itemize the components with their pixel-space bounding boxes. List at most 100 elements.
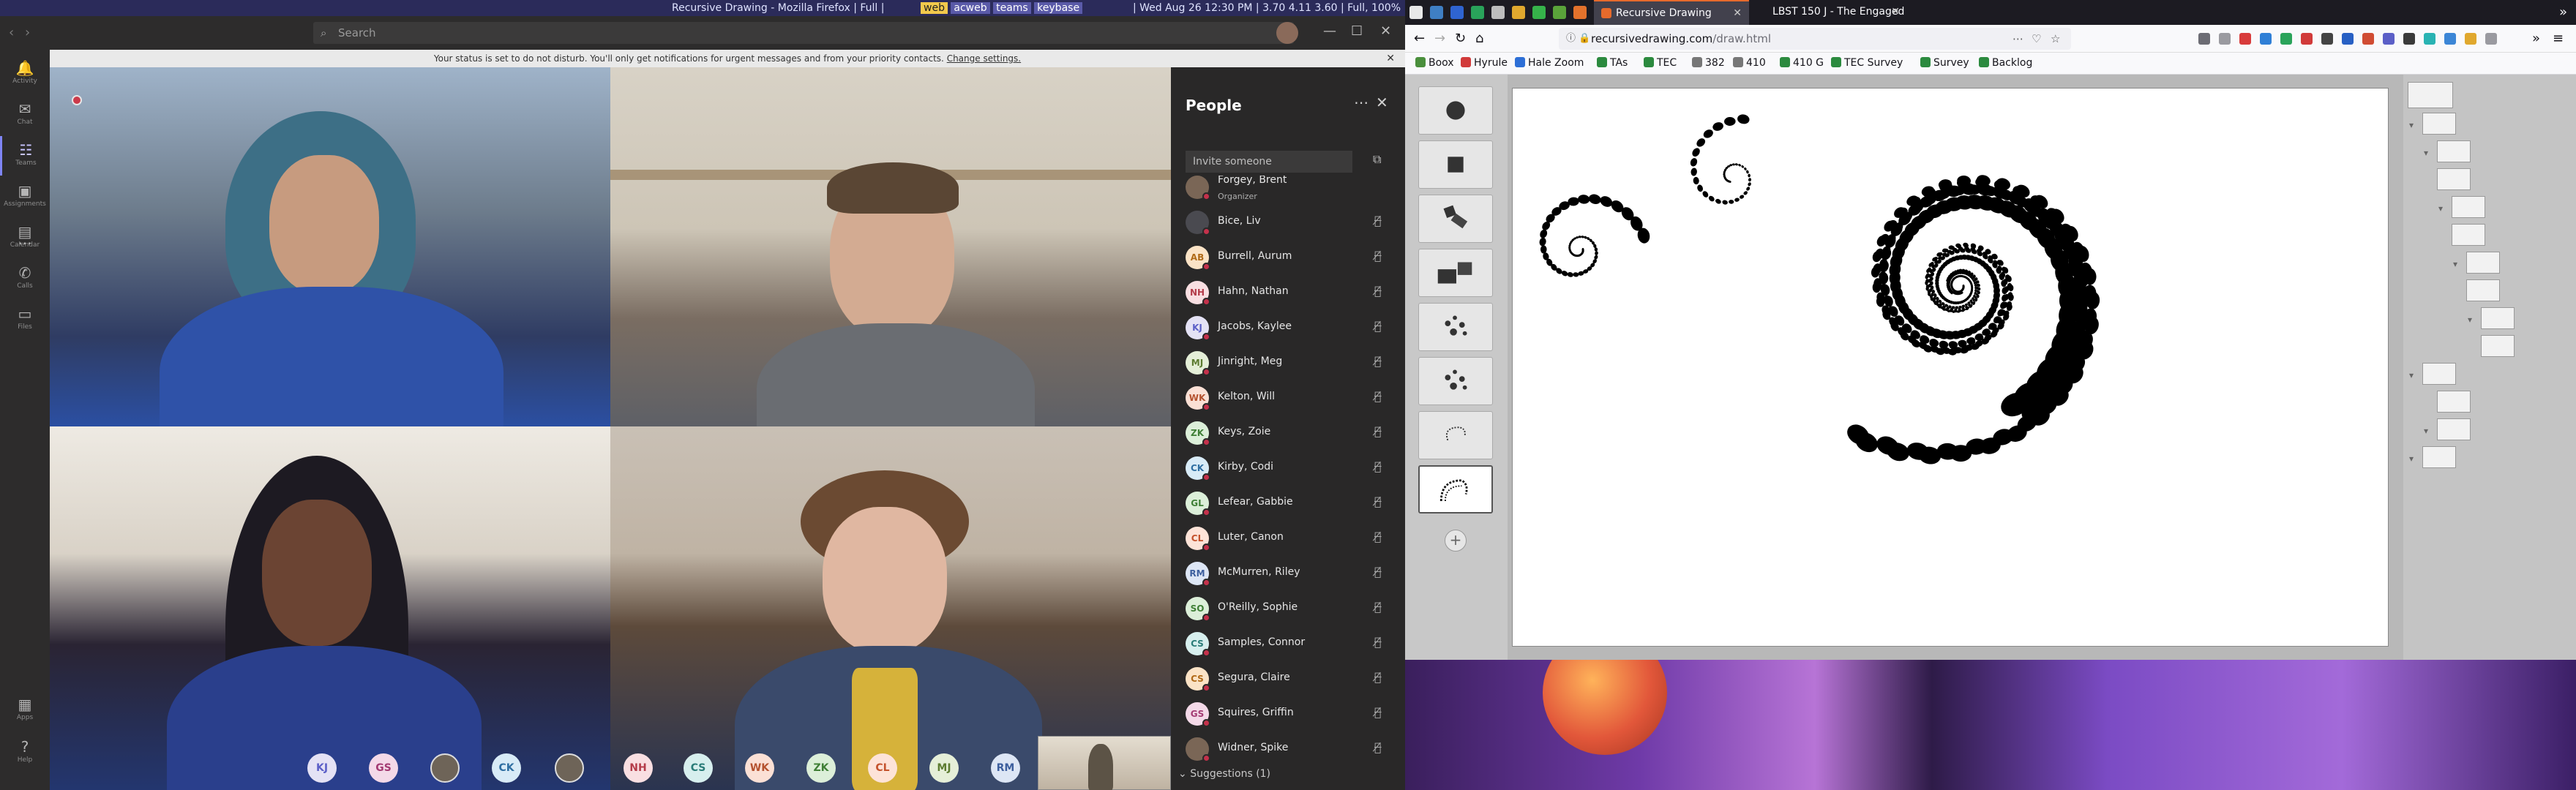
apps-button[interactable]: ▦ Apps bbox=[0, 691, 50, 730]
participant-avatar[interactable]: GS bbox=[369, 753, 398, 783]
participant-row[interactable]: NH Hahn, Nathan 🎙̸ bbox=[1171, 275, 1405, 310]
page-actions-icon[interactable]: ⋯ bbox=[2012, 28, 2023, 50]
close-window-icon[interactable]: ✕ bbox=[1380, 23, 1391, 39]
extension-red-icon[interactable] bbox=[2239, 33, 2251, 45]
tree-node[interactable] bbox=[2437, 140, 2471, 162]
shape-2-tool[interactable] bbox=[1418, 249, 1493, 297]
close-tab-icon[interactable]: ✕ bbox=[1733, 1, 1742, 25]
recursive-shape-tool[interactable] bbox=[1418, 465, 1493, 514]
bookmark-star-icon[interactable]: ☆ bbox=[2051, 28, 2060, 50]
participant-row[interactable]: CS Segura, Claire 🎙̸ bbox=[1171, 661, 1405, 696]
extension-fox-icon[interactable] bbox=[2362, 33, 2374, 45]
rail-activity[interactable]: 🔔 Activity bbox=[0, 54, 50, 94]
tree-node[interactable] bbox=[2422, 113, 2456, 135]
bookmark-hale-zoom[interactable]: Hale Zoom bbox=[1515, 57, 1584, 69]
video-tile-3[interactable] bbox=[50, 426, 610, 790]
tree-node[interactable] bbox=[2481, 307, 2515, 329]
workspace-keybase[interactable]: keybase bbox=[1034, 2, 1083, 14]
help-button[interactable]: ? Help bbox=[0, 733, 50, 772]
participant-row[interactable]: Bice, Liv 🎙̸ bbox=[1171, 205, 1405, 240]
tree-expand-arrow-icon[interactable]: ▾ bbox=[2424, 426, 2428, 436]
rail-assignments[interactable]: ▣ Assignments bbox=[0, 177, 50, 217]
tree-node[interactable] bbox=[2422, 363, 2456, 385]
participant-row[interactable]: AB Burrell, Aurum 🎙̸ bbox=[1171, 240, 1405, 275]
tree-node[interactable] bbox=[2481, 335, 2515, 357]
library-icon[interactable] bbox=[2198, 33, 2210, 45]
tree-node[interactable] bbox=[2437, 168, 2471, 190]
extension-dark-icon[interactable] bbox=[2321, 33, 2333, 45]
participant-photo-avatar[interactable] bbox=[555, 753, 584, 783]
pinned-tab-doc-icon[interactable] bbox=[1430, 6, 1443, 19]
pinned-tab-green-icon[interactable] bbox=[1471, 6, 1484, 19]
participant-avatar[interactable]: RM bbox=[991, 753, 1020, 783]
tree-node[interactable] bbox=[2466, 252, 2500, 274]
tree-node[interactable] bbox=[2452, 196, 2485, 218]
tree-expand-arrow-icon[interactable]: ▾ bbox=[2409, 370, 2414, 380]
participant-row[interactable]: ZK Keys, Zoie 🎙̸ bbox=[1171, 415, 1405, 451]
minimize-icon[interactable]: — bbox=[1323, 23, 1336, 39]
spiral-tool[interactable] bbox=[1418, 411, 1493, 459]
maximize-icon[interactable]: ☐ bbox=[1351, 23, 1363, 39]
participant-row[interactable]: Forgey, Brent Organizer bbox=[1171, 176, 1405, 205]
forward-button-icon[interactable]: → bbox=[1434, 31, 1445, 46]
tab-overflow-icon[interactable]: » bbox=[2559, 4, 2567, 20]
workspace-teams[interactable]: teams bbox=[993, 2, 1031, 14]
add-shape-button[interactable]: + bbox=[1445, 530, 1467, 552]
close-notice-icon[interactable]: ✕ bbox=[1386, 50, 1395, 67]
bookmark-tas[interactable]: TAs bbox=[1597, 57, 1628, 69]
back-button-icon[interactable]: ← bbox=[1414, 31, 1425, 46]
back-icon[interactable]: ‹ bbox=[9, 25, 14, 40]
participant-photo-avatar[interactable] bbox=[430, 753, 460, 783]
close-tab-icon[interactable]: ✕ bbox=[1891, 0, 1900, 23]
bookmark-tec[interactable]: TEC bbox=[1644, 57, 1677, 69]
bookmark-tec-survey[interactable]: TEC Survey bbox=[1831, 57, 1903, 69]
rail-chat[interactable]: ✉ Chat bbox=[0, 95, 50, 135]
overflow-menu-icon[interactable]: » bbox=[2532, 31, 2540, 46]
pinned-tab-circle-icon[interactable] bbox=[1532, 6, 1546, 19]
bookmark-backlog[interactable]: Backlog bbox=[1979, 57, 2032, 69]
bookmark-410[interactable]: 410 bbox=[1733, 57, 1766, 69]
pinned-tab-orange-icon[interactable] bbox=[1573, 6, 1587, 19]
shape-3-tool[interactable] bbox=[1418, 303, 1493, 351]
site-info-icon[interactable]: ⓘ 🔒 bbox=[1566, 28, 1590, 50]
participant-row[interactable]: KJ Jacobs, Kaylee 🎙̸ bbox=[1171, 310, 1405, 345]
participant-row[interactable]: MJ Jinright, Meg 🎙̸ bbox=[1171, 345, 1405, 380]
tree-node[interactable] bbox=[2437, 391, 2471, 413]
participant-row[interactable]: RM McMurren, Riley 🎙̸ bbox=[1171, 556, 1405, 591]
tree-expand-arrow-icon[interactable]: ▾ bbox=[2409, 120, 2414, 130]
pinned-tab-globe-icon[interactable] bbox=[1491, 6, 1505, 19]
share-invite-icon[interactable]: ⧉ bbox=[1373, 152, 1381, 167]
bookmark-survey[interactable]: Survey bbox=[1920, 57, 1969, 69]
participant-row[interactable]: SO O'Reilly, Sophie 🎙̸ bbox=[1171, 591, 1405, 626]
change-settings-link[interactable]: Change settings. bbox=[947, 53, 1021, 64]
url-bar[interactable]: ⓘ 🔒 recursivedrawing.com/draw.html ⋯ ♡ ☆ bbox=[1559, 28, 2071, 50]
tree-node[interactable] bbox=[2452, 224, 2485, 246]
bookmark-hyrule[interactable]: Hyrule bbox=[1461, 57, 1508, 69]
participant-row[interactable]: WK Kelton, Will 🎙̸ bbox=[1171, 380, 1405, 415]
tree-expand-arrow-icon[interactable]: ▾ bbox=[2468, 315, 2472, 325]
participant-avatar[interactable]: MJ bbox=[929, 753, 959, 783]
rail-teams[interactable]: ☷ Teams bbox=[0, 136, 50, 176]
tree-expand-arrow-icon[interactable]: ▾ bbox=[2438, 203, 2443, 214]
rail-calls[interactable]: ✆ Calls bbox=[0, 259, 50, 298]
search-input[interactable]: ⌕ Search bbox=[313, 22, 1294, 44]
pinned-tab-github-icon[interactable] bbox=[1409, 6, 1423, 19]
workspace-web[interactable]: web bbox=[921, 2, 948, 14]
workspace-acweb[interactable]: acweb bbox=[951, 2, 990, 14]
participant-row[interactable]: CK Kirby, Codi 🎙̸ bbox=[1171, 451, 1405, 486]
shape-1-tool[interactable] bbox=[1418, 195, 1493, 243]
suggestions-toggle[interactable]: ⌄ Suggestions (1) bbox=[1178, 768, 1270, 780]
extension-misc-icon[interactable] bbox=[2485, 33, 2497, 45]
tree-expand-arrow-icon[interactable]: ▾ bbox=[2453, 259, 2457, 269]
video-tile-1[interactable] bbox=[50, 67, 610, 426]
tab-recursive-drawing[interactable]: Recursive Drawing ✕ bbox=[1594, 0, 1749, 25]
participant-row[interactable]: CL Luter, Canon 🎙̸ bbox=[1171, 521, 1405, 556]
pinned-tab-calendar-icon[interactable] bbox=[1450, 6, 1464, 19]
extension-pdf-icon[interactable] bbox=[2301, 33, 2313, 45]
participant-avatar[interactable]: CS bbox=[684, 753, 713, 783]
extension-teal-icon[interactable] bbox=[2424, 33, 2435, 45]
extension-lightblue-icon[interactable] bbox=[2444, 33, 2456, 45]
participant-avatar[interactable]: CK bbox=[492, 753, 521, 783]
video-tile-2[interactable] bbox=[610, 67, 1171, 426]
invite-input[interactable]: Invite someone bbox=[1186, 151, 1352, 173]
